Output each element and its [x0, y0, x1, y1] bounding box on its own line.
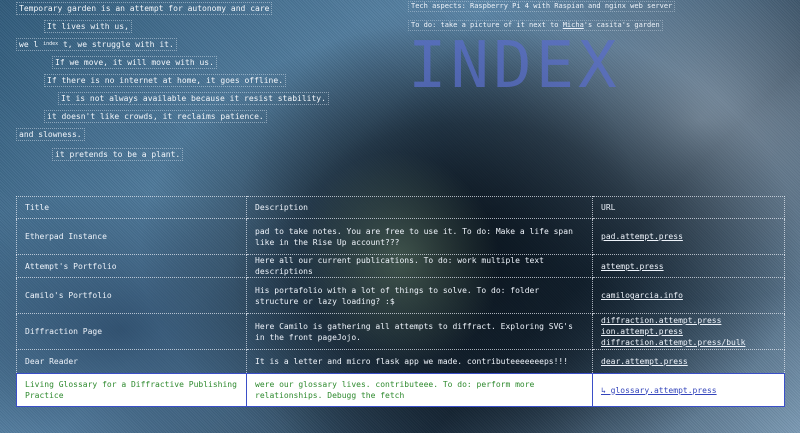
- url-link[interactable]: pad.attempt.press: [601, 231, 776, 242]
- micha-link[interactable]: Micha: [563, 21, 584, 29]
- url-link[interactable]: ↳ glossary.attempt.press: [601, 385, 776, 396]
- column-header-title: Title: [16, 196, 247, 219]
- table-row: Camilo's Portfolio His portafolio with a…: [16, 277, 785, 314]
- row-url-cell: attempt.press: [592, 254, 785, 278]
- row-url-cell: dear.attempt.press: [592, 349, 785, 374]
- url-link[interactable]: diffraction.attempt.press: [601, 315, 776, 326]
- table-row: Dear Reader It is a letter and micro fla…: [16, 349, 785, 374]
- url-link[interactable]: dear.attempt.press: [601, 356, 776, 367]
- url-link[interactable]: ion.attempt.press: [601, 326, 776, 337]
- manifesto: Temporary garden is an attempt for auton…: [0, 0, 400, 170]
- table-header-row: Title Description URL: [16, 196, 785, 219]
- row-description: It is a letter and micro flask app we ma…: [246, 349, 593, 374]
- url-link[interactable]: diffraction.attempt.press/bulk: [601, 337, 776, 348]
- row-description: Here all our current publications. To do…: [246, 254, 593, 278]
- index-table: Title Description URL Etherpad Instance …: [16, 196, 785, 407]
- row-title: Camilo's Portfolio: [16, 277, 247, 314]
- row-description: were our glossary lives. contributeee. T…: [246, 373, 593, 407]
- row-url-cell: ↳ glossary.attempt.press: [592, 373, 785, 407]
- row-title: Living Glossary for a Diffractive Publis…: [16, 373, 247, 407]
- row-title: Diffraction Page: [16, 313, 247, 350]
- row-url-cell: camilogarcia.info: [592, 277, 785, 314]
- manifesto-line: it pretends to be a plant.: [52, 148, 184, 161]
- table-row: Etherpad Instance pad to take notes. You…: [16, 218, 785, 255]
- row-title: Dear Reader: [16, 349, 247, 374]
- table-row: Diffraction Page Here Camilo is gatherin…: [16, 313, 785, 350]
- row-url-cell: pad.attempt.press: [592, 218, 785, 255]
- manifesto-line: It is not always available because it re…: [58, 92, 329, 105]
- row-url-cell: diffraction.attempt.press ion.attempt.pr…: [592, 313, 785, 350]
- tech-aspects: Tech aspects: Raspberry Pi 4 with Raspia…: [408, 0, 800, 34]
- row-title: Etherpad Instance: [16, 218, 247, 255]
- index-inline-label: index: [43, 41, 59, 47]
- manifesto-line: Temporary garden is an attempt for auton…: [16, 2, 273, 15]
- column-header-description: Description: [246, 196, 593, 219]
- manifesto-line: It lives with us,: [44, 20, 132, 33]
- row-description: His portafolio with a lot of things to s…: [246, 277, 593, 314]
- row-description: Here Camilo is gathering all attempts to…: [246, 313, 593, 350]
- manifesto-line: If there is no internet at home, it goes…: [44, 74, 287, 87]
- url-link[interactable]: camilogarcia.info: [601, 290, 776, 301]
- index-overlay-title: INDEX: [408, 29, 621, 103]
- table-row-highlighted[interactable]: Living Glossary for a Diffractive Publis…: [16, 373, 785, 407]
- manifesto-line: it doesn't like crowds, it reclaims pati…: [44, 110, 267, 123]
- table-row: Attempt's Portfolio Here all our current…: [16, 254, 785, 278]
- row-title: Attempt's Portfolio: [16, 254, 247, 278]
- manifesto-line: and slowness.: [16, 128, 85, 141]
- column-header-url: URL: [592, 196, 785, 219]
- tech-line: Tech aspects: Raspberry Pi 4 with Raspia…: [408, 1, 676, 12]
- row-description: pad to take notes. You are free to use i…: [246, 218, 593, 255]
- url-link[interactable]: attempt.press: [601, 261, 776, 272]
- tech-todo-line: To do: take a picture of it next to Mich…: [408, 20, 663, 31]
- manifesto-line: If we move, it will move with us.: [52, 56, 217, 69]
- manifesto-line: we l index t, we struggle with it.: [16, 38, 177, 51]
